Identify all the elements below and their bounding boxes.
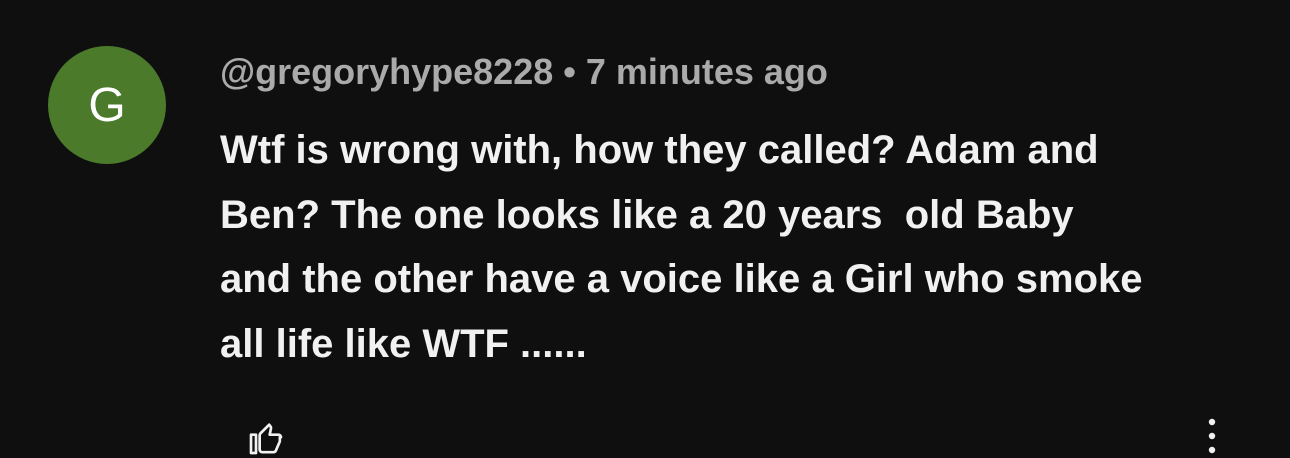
comment-text-line: Wtf is wrong with, how they called? Adam… — [220, 128, 1099, 172]
comment-thread: G @gregoryhype8228 • 7 minutes ago Wtf is … — [0, 0, 1290, 455]
meta-separator: • — [563, 51, 576, 92]
comment-text-line: all life like WTF ...... — [220, 321, 587, 366]
avatar[interactable]: G — [48, 46, 166, 164]
comment-actions — [220, 408, 1240, 455]
thumbs-up-icon[interactable] — [246, 418, 286, 458]
comment-text: Wtf is wrong with, how they called? Adam… — [220, 118, 1270, 376]
more-vertical-icon[interactable] — [1205, 416, 1219, 456]
comment-text-line: and the other have a voice like a Girl w… — [220, 257, 1143, 301]
comment-timestamp[interactable]: 7 minutes ago — [586, 51, 828, 92]
author-handle[interactable]: @gregoryhype8228 — [220, 51, 553, 92]
comment-text-line: Ben? The one looks like a 20 years old B… — [220, 192, 1074, 237]
comment-header: @gregoryhype8228 • 7 minutes ago — [220, 50, 828, 94]
avatar-letter: G — [88, 79, 126, 132]
